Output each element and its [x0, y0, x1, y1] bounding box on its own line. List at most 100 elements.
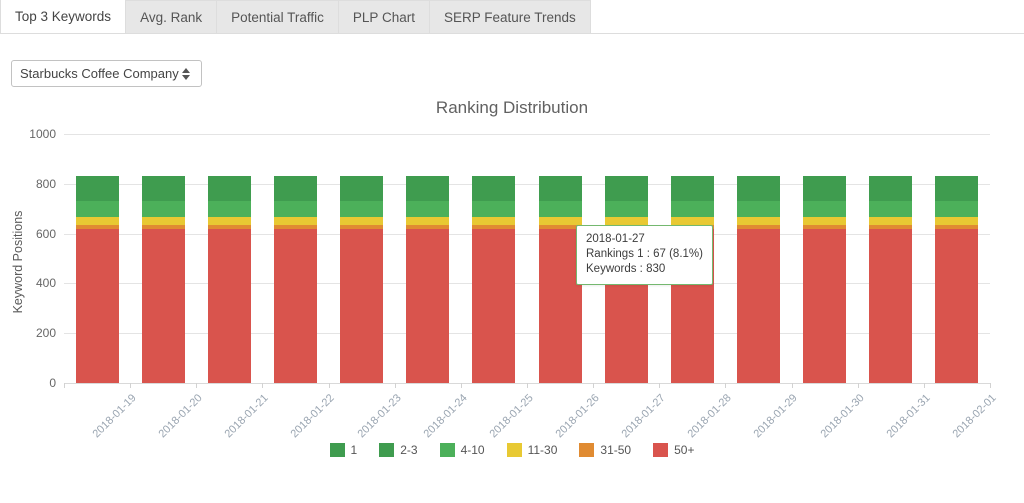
- bar-segment-50+[interactable]: [208, 229, 251, 383]
- tab-potential-traffic[interactable]: Potential Traffic: [217, 0, 339, 33]
- bar-segment-11-30[interactable]: [671, 217, 714, 224]
- bar-segment-2-3[interactable]: [340, 193, 383, 201]
- tab-plp-chart[interactable]: PLP Chart: [339, 0, 430, 33]
- bar-segment-50+[interactable]: [803, 229, 846, 383]
- bar-segment-11-30[interactable]: [472, 217, 515, 224]
- bar-segment-1[interactable]: [605, 176, 648, 193]
- bar-segment-50+[interactable]: [274, 229, 317, 383]
- gridline: [64, 184, 990, 185]
- bar-segment-4-10[interactable]: [803, 201, 846, 217]
- legend-item-4-10[interactable]: 4-10: [440, 443, 485, 457]
- bar-segment-50+[interactable]: [76, 229, 119, 383]
- bar-segment-50+[interactable]: [737, 229, 780, 383]
- bar-2018-01-31[interactable]: [869, 176, 912, 383]
- tooltip-date: 2018-01-27: [586, 232, 703, 247]
- bar-segment-4-10[interactable]: [208, 201, 251, 217]
- bar-segment-1[interactable]: [737, 176, 780, 193]
- bar-segment-2-3[interactable]: [472, 193, 515, 201]
- bar-segment-2-3[interactable]: [737, 193, 780, 201]
- bar-segment-2-3[interactable]: [935, 193, 978, 201]
- bar-segment-2-3[interactable]: [274, 193, 317, 201]
- bar-segment-4-10[interactable]: [406, 201, 449, 217]
- bar-segment-11-30[interactable]: [406, 217, 449, 224]
- bar-segment-1[interactable]: [671, 176, 714, 193]
- x-axis-tick: [262, 383, 263, 388]
- bar-segment-2-3[interactable]: [406, 193, 449, 201]
- legend-item-2-3[interactable]: 2-3: [379, 443, 417, 457]
- bar-2018-02-01[interactable]: [935, 176, 978, 383]
- bar-segment-4-10[interactable]: [605, 201, 648, 217]
- bar-2018-01-22[interactable]: [274, 176, 317, 383]
- bar-2018-01-30[interactable]: [803, 176, 846, 383]
- bar-segment-2-3[interactable]: [671, 193, 714, 201]
- gridline: [64, 234, 990, 235]
- bar-segment-2-3[interactable]: [208, 193, 251, 201]
- bar-segment-50+[interactable]: [340, 229, 383, 383]
- bar-segment-1[interactable]: [406, 176, 449, 193]
- bar-segment-1[interactable]: [935, 176, 978, 193]
- bar-segment-4-10[interactable]: [539, 201, 582, 217]
- bar-segment-1[interactable]: [869, 176, 912, 193]
- bar-segment-11-30[interactable]: [737, 217, 780, 224]
- bar-2018-01-21[interactable]: [208, 176, 251, 383]
- x-axis-tick-label: 2018-01-28: [686, 392, 734, 440]
- legend-item-50+[interactable]: 50+: [653, 443, 694, 457]
- bar-segment-4-10[interactable]: [76, 201, 119, 217]
- bar-segment-11-30[interactable]: [274, 217, 317, 224]
- bar-segment-11-30[interactable]: [340, 217, 383, 224]
- bar-segment-4-10[interactable]: [869, 201, 912, 217]
- bar-segment-1[interactable]: [340, 176, 383, 193]
- legend-label: 2-3: [400, 443, 417, 457]
- tab-avg-rank[interactable]: Avg. Rank: [126, 0, 217, 33]
- bar-segment-11-30[interactable]: [208, 217, 251, 224]
- bar-2018-01-24[interactable]: [406, 176, 449, 383]
- x-axis-tick: [858, 383, 859, 388]
- bar-segment-1[interactable]: [274, 176, 317, 193]
- bar-segment-2-3[interactable]: [605, 193, 648, 201]
- bar-segment-1[interactable]: [76, 176, 119, 193]
- x-axis-tick-label: 2018-01-21: [223, 392, 271, 440]
- bar-segment-11-30[interactable]: [869, 217, 912, 224]
- bar-segment-4-10[interactable]: [935, 201, 978, 217]
- legend-item-31-50[interactable]: 31-50: [579, 443, 631, 457]
- bar-segment-1[interactable]: [803, 176, 846, 193]
- bar-segment-4-10[interactable]: [671, 201, 714, 217]
- company-select[interactable]: Starbucks Coffee Company: [11, 60, 202, 87]
- bar-segment-11-30[interactable]: [605, 217, 648, 224]
- bar-2018-01-19[interactable]: [76, 176, 119, 383]
- bar-segment-2-3[interactable]: [76, 193, 119, 201]
- bar-2018-01-29[interactable]: [737, 176, 780, 383]
- bar-segment-50+[interactable]: [935, 229, 978, 383]
- bar-2018-01-25[interactable]: [472, 176, 515, 383]
- bar-segment-50+[interactable]: [472, 229, 515, 383]
- bar-segment-1[interactable]: [472, 176, 515, 193]
- x-axis-tick-label: 2018-01-22: [289, 392, 337, 440]
- legend-swatch-icon: [579, 443, 594, 457]
- bar-segment-2-3[interactable]: [539, 193, 582, 201]
- bar-segment-4-10[interactable]: [274, 201, 317, 217]
- legend-item-11-30[interactable]: 11-30: [507, 443, 558, 457]
- bar-2018-01-23[interactable]: [340, 176, 383, 383]
- tab-top-3-keywords[interactable]: Top 3 Keywords: [0, 0, 126, 33]
- bar-segment-1[interactable]: [539, 176, 582, 193]
- bar-segment-50+[interactable]: [869, 229, 912, 383]
- bar-segment-1[interactable]: [142, 176, 185, 193]
- bar-segment-50+[interactable]: [142, 229, 185, 383]
- bar-segment-2-3[interactable]: [869, 193, 912, 201]
- bar-segment-4-10[interactable]: [340, 201, 383, 217]
- bar-segment-11-30[interactable]: [539, 217, 582, 224]
- bar-segment-2-3[interactable]: [142, 193, 185, 201]
- bar-segment-11-30[interactable]: [76, 217, 119, 224]
- bar-segment-2-3[interactable]: [803, 193, 846, 201]
- tab-serp-feature-trends[interactable]: SERP Feature Trends: [430, 0, 591, 33]
- bar-segment-1[interactable]: [208, 176, 251, 193]
- bar-segment-11-30[interactable]: [935, 217, 978, 224]
- bar-2018-01-20[interactable]: [142, 176, 185, 383]
- bar-segment-50+[interactable]: [406, 229, 449, 383]
- bar-segment-11-30[interactable]: [803, 217, 846, 224]
- bar-segment-4-10[interactable]: [737, 201, 780, 217]
- legend-item-1[interactable]: 1: [330, 443, 358, 457]
- bar-segment-11-30[interactable]: [142, 217, 185, 224]
- bar-segment-4-10[interactable]: [472, 201, 515, 217]
- bar-segment-4-10[interactable]: [142, 201, 185, 217]
